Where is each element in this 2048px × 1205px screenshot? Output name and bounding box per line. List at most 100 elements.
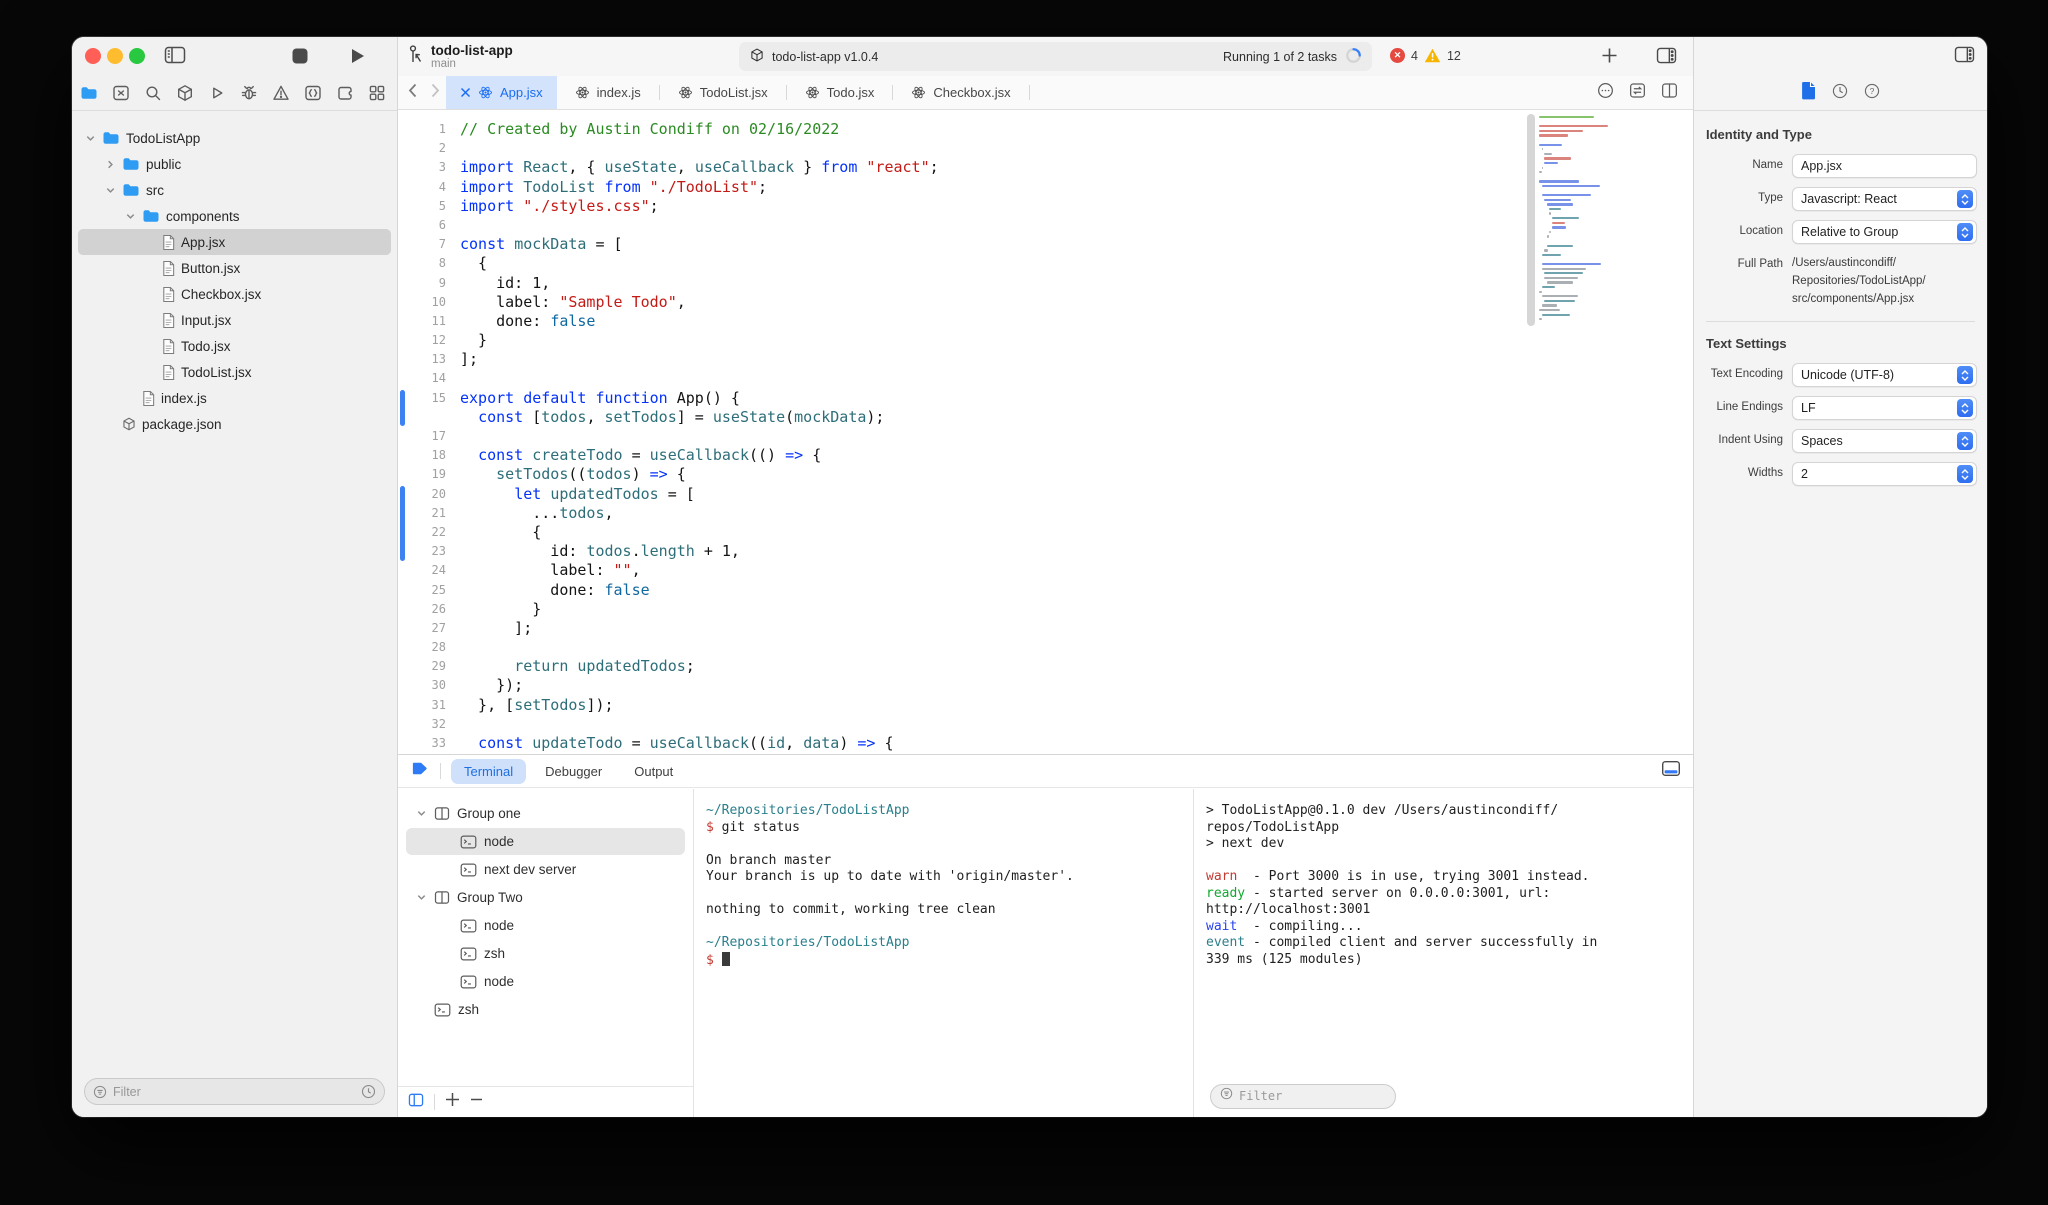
chevron-down-icon [124, 210, 137, 223]
terminal-session-next-dev-server[interactable]: next dev server [406, 856, 685, 883]
swap-editor-icon[interactable] [1628, 81, 1647, 105]
symbol-navigator-icon[interactable] [302, 83, 323, 104]
stop-task-button[interactable] [292, 48, 308, 64]
code-line: 11 done: false [398, 312, 1533, 331]
setting-value: 2 [1801, 467, 1808, 481]
identity-section-header: Identity and Type [1706, 127, 1812, 142]
add-session-icon[interactable] [445, 1092, 460, 1112]
more-options-icon[interactable] [1596, 81, 1615, 105]
issue-navigator-icon[interactable] [270, 83, 291, 104]
name-field[interactable]: App.jsx [1792, 154, 1977, 178]
drawer-tag-icon[interactable] [410, 759, 430, 783]
debug-navigator-icon[interactable] [238, 83, 259, 104]
tab-todolist-jsx[interactable]: TodoList.jsx [660, 76, 786, 109]
warning-count[interactable]: 12 [1447, 49, 1461, 63]
terminal-filter-field[interactable]: Filter [1210, 1084, 1396, 1109]
location-select[interactable]: Relative to Group [1792, 220, 1977, 244]
progress-spinner [1345, 47, 1362, 67]
file-tree-item-todolist-jsx[interactable]: TodoList.jsx [78, 359, 391, 385]
close-window-button[interactable] [85, 48, 101, 64]
terminal-session-group-one[interactable]: Group one [406, 800, 685, 827]
terminal-output-left[interactable]: ~/Repositories/TodoListApp $ git status O… [694, 789, 1194, 1117]
editor-scrollbar[interactable] [1527, 114, 1535, 326]
help-inspector-icon[interactable]: ? [1863, 82, 1881, 105]
close-tab-icon[interactable] [460, 87, 471, 98]
terminal-line: nothing to commit, working tree clean [706, 902, 996, 917]
setting-select-indent-using[interactable]: Spaces [1792, 429, 1977, 453]
folder-icon [121, 180, 141, 200]
warning-badge-icon[interactable] [1424, 48, 1441, 63]
minimize-window-button[interactable] [107, 48, 123, 64]
terminal-line: $ git status [706, 819, 800, 835]
error-badge-icon[interactable]: ✕ [1390, 48, 1405, 63]
minimap-line [1552, 217, 1580, 220]
split-editor-icon[interactable] [1660, 81, 1679, 105]
recents-icon[interactable] [361, 1084, 376, 1099]
toggle-inspector-icon[interactable] [1656, 47, 1677, 64]
file-tree-item-todolistapp[interactable]: TodoListApp [78, 125, 391, 151]
history-inspector-icon[interactable] [1831, 82, 1849, 105]
toggle-session-sidebar-icon[interactable] [408, 1093, 424, 1112]
file-tree-item-button-jsx[interactable]: Button.jsx [78, 255, 391, 281]
find-navigator-icon[interactable] [142, 83, 163, 104]
terminal-session-node[interactable]: node [406, 912, 685, 939]
terminal-session-node[interactable]: node [406, 828, 685, 855]
text-settings-header: Text Settings [1706, 336, 1787, 351]
code-line: 19 setTodos((todos) => { [398, 465, 1533, 484]
toggle-sidebar-icon[interactable] [164, 46, 186, 64]
terminal-session-node[interactable]: node [406, 968, 685, 995]
toggle-right-sidebar-icon[interactable] [1954, 46, 1975, 63]
file-tree-item-index-js[interactable]: index.js [78, 385, 391, 411]
tab-index-js[interactable]: index.js [557, 76, 659, 109]
minimap-line [1539, 290, 1542, 293]
code-text: label: "Sample Todo", [460, 292, 686, 311]
utility-tab-output[interactable]: Output [621, 759, 686, 784]
terminal-session-zsh[interactable]: zsh [406, 996, 685, 1023]
terminal-session-group-two[interactable]: Group Two [406, 884, 685, 911]
tab-app-jsx[interactable]: App.jsx [446, 76, 557, 109]
code-text: { [460, 522, 542, 541]
minimap[interactable] [1539, 116, 1685, 744]
hide-panel-icon[interactable] [1661, 760, 1681, 782]
file-inspector-icon[interactable] [1801, 81, 1817, 105]
file-tree-item-package-json[interactable]: package.json [78, 411, 391, 437]
setting-select-widths[interactable]: 2 [1792, 462, 1977, 486]
file-tree-item-todo-jsx[interactable]: Todo.jsx [78, 333, 391, 359]
code-line: 22 { [398, 523, 1533, 542]
file-tree-item-checkbox-jsx[interactable]: Checkbox.jsx [78, 281, 391, 307]
overview-navigator-icon[interactable] [366, 83, 387, 104]
forward-icon[interactable] [431, 83, 440, 103]
remove-session-icon[interactable] [470, 1092, 483, 1112]
run-task-button[interactable] [350, 47, 366, 65]
error-count[interactable]: 4 [1411, 49, 1418, 63]
tab-todo-jsx[interactable]: Todo.jsx [787, 76, 893, 109]
package-navigator-icon[interactable] [174, 83, 195, 104]
utility-tab-debugger[interactable]: Debugger [532, 759, 615, 784]
navigator-filter-field[interactable]: Filter [84, 1078, 385, 1105]
setting-select-line-endings[interactable]: LF [1792, 396, 1977, 420]
activity-status-bar[interactable]: todo-list-app v1.0.4 Running 1 of 2 task… [739, 42, 1372, 71]
add-tab-icon[interactable] [1601, 47, 1618, 64]
tab-checkbox-jsx[interactable]: Checkbox.jsx [893, 76, 1028, 109]
file-tree-item-app-jsx[interactable]: App.jsx [78, 229, 391, 255]
minimap-line [1539, 171, 1542, 174]
project-navigator-icon[interactable] [78, 83, 99, 104]
back-icon[interactable] [408, 83, 417, 103]
run-navigator-icon[interactable] [206, 83, 227, 104]
type-select[interactable]: Javascript: React [1792, 187, 1977, 211]
zoom-window-button[interactable] [129, 48, 145, 64]
terminal-output-right[interactable]: > TodoListApp@0.1.0 dev /Users/austincon… [1194, 789, 1693, 1117]
extension-navigator-icon[interactable] [334, 83, 355, 104]
terminal-session-zsh[interactable]: zsh [406, 940, 685, 967]
utility-tab-terminal[interactable]: Terminal [451, 758, 527, 784]
file-tree-item-input-jsx[interactable]: Input.jsx [78, 307, 391, 333]
code-line: 28 [398, 638, 1533, 657]
source-control-icon[interactable] [110, 83, 131, 104]
file-tree-item-public[interactable]: public [78, 151, 391, 177]
file-tree-item-components[interactable]: components [78, 203, 391, 229]
sidebar-titlebar [72, 37, 397, 76]
setting-select-text-encoding[interactable]: Unicode (UTF-8) [1792, 363, 1977, 387]
code-editor[interactable]: 1 // Created by Austin Condiff on 02/16/2… [398, 110, 1693, 754]
file-tree-item-src[interactable]: src [78, 177, 391, 203]
